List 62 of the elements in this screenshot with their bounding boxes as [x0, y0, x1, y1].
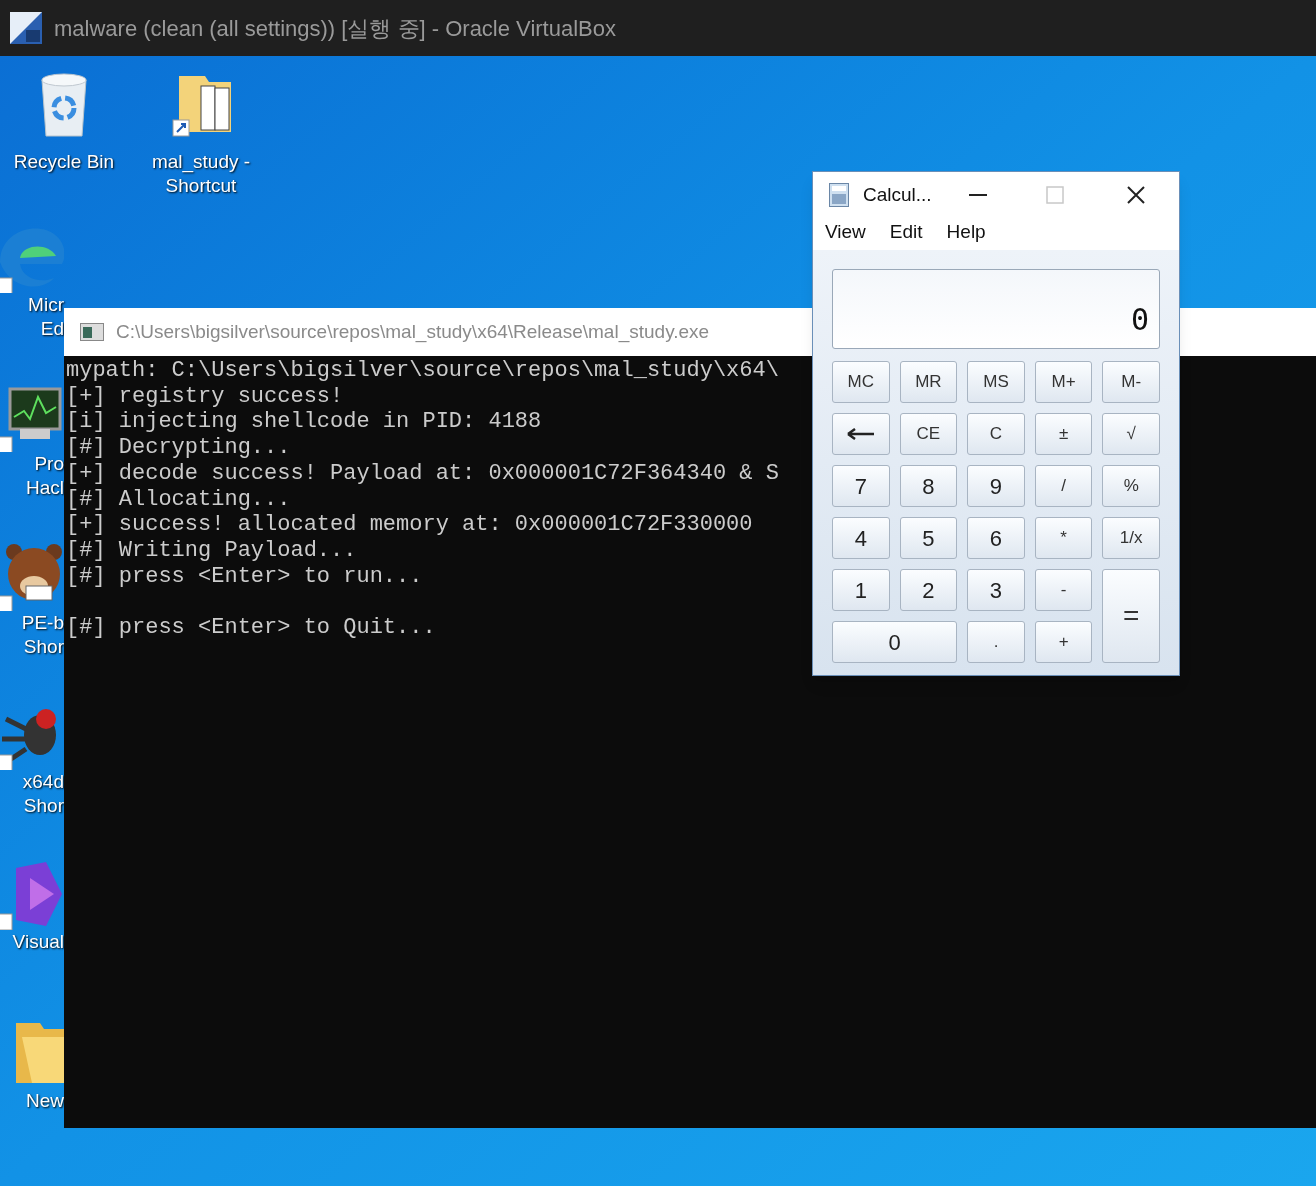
- calculator-key[interactable]: MS: [967, 361, 1025, 403]
- icon-label[interactable]: mal_study -: [151, 150, 251, 174]
- calculator-key[interactable]: 0: [832, 621, 958, 663]
- icon-label[interactable]: Ed: [40, 317, 64, 341]
- icon-label[interactable]: Micr: [28, 293, 64, 317]
- console-line: [+] success! allocated memory at: 0x000001C72F330000: [66, 512, 753, 538]
- menu-item[interactable]: Edit: [889, 218, 923, 247]
- calculator-key[interactable]: 2: [899, 569, 958, 611]
- calculator-key[interactable]: *: [1034, 517, 1093, 559]
- console-line: [+] decode success! Payload at: 0x000001C72F364340 & S: [66, 460, 779, 486]
- calculator-key[interactable]: 3: [967, 569, 1025, 611]
- calculator-icon: [829, 183, 849, 207]
- calculator-key[interactable]: C: [967, 413, 1025, 455]
- display-value: 0: [1130, 302, 1149, 338]
- calculator-key[interactable]: 4: [832, 517, 890, 559]
- icon-label[interactable]: Shortcut: [165, 174, 237, 198]
- calculator-key[interactable]: .: [967, 621, 1025, 663]
- console-line: [#] Allocating...: [66, 486, 291, 512]
- console-line: mypath: C:\Users\bigsilver\source\repos\mal_study\x64\: [66, 358, 779, 383]
- console-line: [#] press <Enter> to run...: [66, 563, 423, 589]
- close-icon[interactable]: [1125, 185, 1146, 205]
- icon-label[interactable]: Recycle Bin: [13, 150, 115, 174]
- calculator-key[interactable]: %: [1102, 465, 1160, 507]
- app-logo-icon: [10, 12, 42, 44]
- calculator-key[interactable]: 8: [899, 465, 958, 507]
- calculator-key[interactable]: /: [1034, 465, 1093, 507]
- console-icon: [80, 323, 104, 341]
- calculator-key[interactable]: =: [1102, 569, 1160, 663]
- calculator-key[interactable]: ±: [1034, 413, 1093, 455]
- console-title: C:\Users\bigsilver\source\repos\mal_study\x64\Release\mal_study.exe: [116, 319, 710, 345]
- calculator-key[interactable]: M+: [1034, 361, 1093, 403]
- icon-label[interactable]: Visual: [12, 930, 64, 954]
- backspace-key[interactable]: [832, 413, 890, 455]
- console-line: [+] registry success!: [66, 383, 344, 409]
- menu-item[interactable]: Help: [946, 218, 986, 247]
- window-title: malware (clean (all settings)) [실행 중] - Oracle VirtualBox: [54, 14, 616, 43]
- calculator-key[interactable]: 7: [832, 465, 890, 507]
- window-title: Calcul...: [863, 182, 932, 207]
- calculator-key[interactable]: 5: [899, 517, 958, 559]
- calculator-key[interactable]: MR: [899, 361, 958, 403]
- calculator-key[interactable]: 1: [832, 569, 890, 611]
- calculator-key[interactable]: 9: [967, 465, 1025, 507]
- icon-label[interactable]: Shor: [23, 794, 64, 818]
- calculator-key[interactable]: √: [1102, 413, 1160, 455]
- calculator-key[interactable]: -: [1034, 569, 1093, 611]
- calculator-key[interactable]: M-: [1102, 361, 1160, 403]
- console-line: [#] Decrypting...: [66, 435, 291, 461]
- calculator-key[interactable]: +: [1034, 621, 1093, 663]
- icon-label[interactable]: Shor: [23, 635, 64, 659]
- calculator-key[interactable]: CE: [899, 413, 958, 455]
- icon-label[interactable]: x64d: [22, 770, 64, 794]
- icon-label[interactable]: Hacl: [26, 476, 64, 500]
- console-line: [#] press <Enter> to Quit...: [66, 614, 436, 640]
- left-arrow-icon: [845, 428, 876, 440]
- console-line: [#] Writing Payload...: [66, 537, 357, 563]
- calculator-key[interactable]: 1/x: [1102, 517, 1160, 559]
- icon-label[interactable]: Pro: [34, 452, 64, 476]
- icon-label[interactable]: PE-b: [21, 611, 64, 635]
- calculator-key[interactable]: 6: [967, 517, 1025, 559]
- calculator-key[interactable]: MC: [832, 361, 890, 403]
- menu-item[interactable]: View: [825, 218, 866, 247]
- console-line: [i] injecting shellcode in PID: 4188: [66, 409, 542, 435]
